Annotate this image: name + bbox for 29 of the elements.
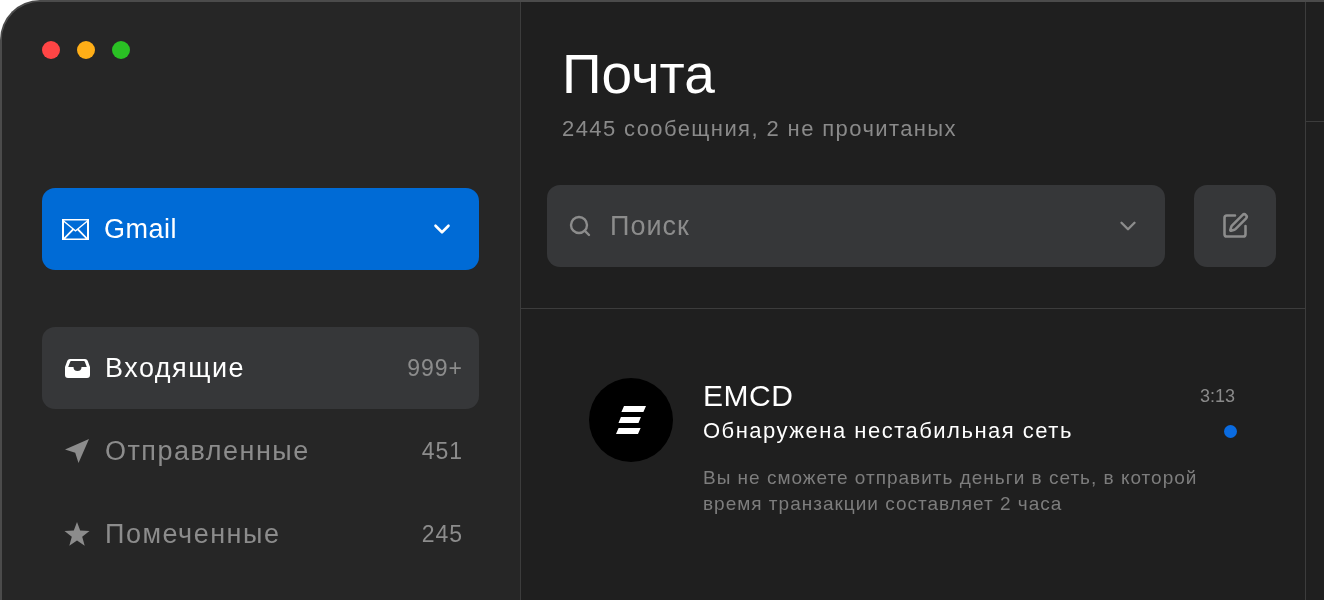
account-selector[interactable]: Gmail <box>42 188 479 270</box>
mailbox-label: Помеченные <box>105 517 282 551</box>
close-window-button[interactable] <box>42 41 60 59</box>
mailbox-count: 245 <box>421 519 463 549</box>
mailbox-title: Почта <box>562 42 715 106</box>
compose-button[interactable] <box>1194 185 1276 267</box>
minimize-window-button[interactable] <box>77 41 95 59</box>
inbox-tray-icon <box>64 358 90 378</box>
search-field[interactable]: Поиск <box>547 185 1165 267</box>
zoom-window-button[interactable] <box>112 41 130 59</box>
search-icon <box>568 214 592 238</box>
envelope-icon <box>62 218 89 240</box>
logo-e-icon <box>616 406 646 434</box>
mailbox-item[interactable]: Помеченные 245 <box>42 493 479 575</box>
mailbox-item[interactable]: Отправленные 451 <box>42 410 479 492</box>
mailbox-count: 451 <box>421 436 463 466</box>
message-count-summary: 2445 сообещния, 2 не прочитаных <box>562 116 957 142</box>
message-subject: Обнаружена нестабильная сеть <box>703 417 1073 445</box>
mailbox-label: Входящие <box>105 351 246 385</box>
paper-plane-icon <box>65 439 89 463</box>
message-row[interactable]: EMCD 3:13 Обнаружена нестабильная сеть Вы не сможете отправить деньги в сеть, в которой время транзакции составляет 2 часа <box>521 309 1305 517</box>
star-icon <box>64 521 90 547</box>
compose-icon <box>1221 212 1249 240</box>
mailbox-label: Отправленные <box>105 434 311 468</box>
message-time: 3:13 <box>1199 384 1235 408</box>
sender-name: EMCD <box>703 378 794 414</box>
mailbox-item[interactable]: Входящие 999+ <box>42 327 479 409</box>
mailbox-count: 999+ <box>407 353 463 383</box>
message-preview: Вы не сможете отправить деньги в сеть, в которой время транзакции составляет 2 часа <box>703 466 1199 516</box>
